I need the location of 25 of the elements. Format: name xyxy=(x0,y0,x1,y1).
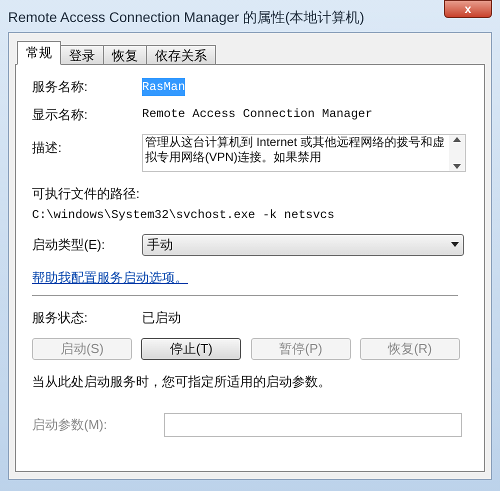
status-value: 已启动 xyxy=(142,309,181,327)
help-link[interactable]: 帮助我配置服务启动选项。 xyxy=(32,270,188,284)
note-text: 当从此处启动服务时，您可指定所适用的启动参数。 xyxy=(32,372,332,390)
tab[interactable]: 登录 xyxy=(60,45,104,65)
field-value: RasMan xyxy=(142,78,186,96)
field-value: Remote Access Connection Manager xyxy=(142,106,372,124)
scrollbar[interactable] xyxy=(449,135,465,171)
description-text: 管理从这台计算机到 Internet 或其他远程网络的拨号和虚拟专用网络(VPN)连接。如果禁用 xyxy=(144,135,446,166)
field-label: 服务名称: xyxy=(32,78,89,96)
scroll-up-icon[interactable] xyxy=(453,137,461,142)
startup-type-dropdown[interactable]: 手动 xyxy=(142,234,464,256)
service-button[interactable]: 停止(T) xyxy=(141,338,242,360)
scroll-down-icon[interactable] xyxy=(453,164,461,169)
field-label: 服务状态: xyxy=(32,309,89,327)
tab[interactable]: 依存关系 xyxy=(146,45,216,65)
tab[interactable]: 恢复 xyxy=(103,45,147,65)
field-label: 描述: xyxy=(32,139,63,157)
field-label: 可执行文件的路径: xyxy=(32,185,141,203)
window-title: Remote Access Connection Manager 的属性(本地计算机) xyxy=(8,8,364,27)
field-label: 启动参数(M): xyxy=(32,416,108,434)
field-label: 显示名称: xyxy=(32,106,89,124)
path-text: C:\windows\System32\svchost.exe -k netsvcs xyxy=(32,206,336,224)
field-label: 启动类型(E): xyxy=(32,236,106,254)
tab[interactable]: 常规 xyxy=(17,41,61,65)
dropdown-arrow-icon xyxy=(451,242,459,247)
